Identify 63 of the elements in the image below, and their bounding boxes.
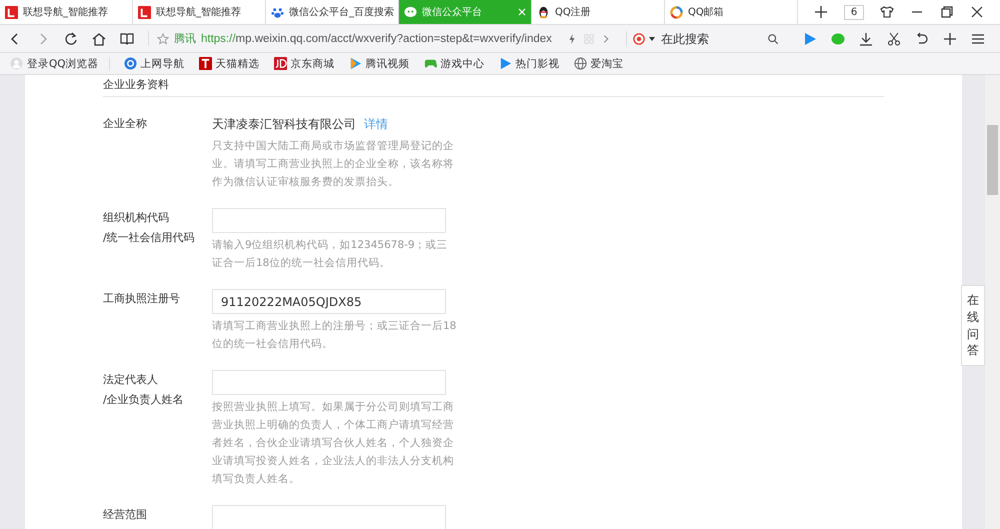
- section-title: 企业业务资料: [103, 75, 884, 97]
- field-label: 经营范围: [103, 507, 148, 523]
- hint-text: 按照营业执照上填写。如果属于分公司则填写工商营业执照上明确的负责人，个体工商户请填写经营者姓名，合伙企业请填写合伙人姓名，个人独资企业请填写投资人姓名，企业法人的非法人分支机构填写负责人姓名。: [212, 400, 455, 487]
- reload-icon[interactable]: [64, 32, 78, 46]
- plus-icon[interactable]: [943, 32, 957, 46]
- search-field[interactable]: 在此搜索: [659, 30, 763, 46]
- bookmark-link[interactable]: 登录QQ浏览器: [10, 56, 110, 70]
- input-field[interactable]: [212, 370, 446, 395]
- letter-t-icon: [198, 57, 212, 70]
- ring-icon: [670, 6, 683, 18]
- bookmark-link[interactable]: 天猫精选: [198, 56, 260, 70]
- letter-l-icon: [5, 6, 18, 18]
- field-label: 法定代表人 /企业负责人姓名: [103, 372, 185, 408]
- hint-text: 请填写工商营业执照上的注册号；或三证合一后18位的统一社会信用代码。: [212, 319, 457, 352]
- scrollbar-thumb[interactable]: [987, 125, 998, 195]
- close-icon[interactable]: [970, 5, 984, 19]
- field-label: 工商执照注册号: [103, 291, 181, 307]
- user-icon: [10, 57, 23, 70]
- play-icon[interactable]: [803, 32, 817, 46]
- globe-icon: [574, 57, 587, 70]
- star-icon[interactable]: [157, 32, 169, 44]
- input-field[interactable]: [212, 208, 446, 233]
- tab-count[interactable]: 6: [844, 4, 864, 20]
- restore-icon[interactable]: [940, 5, 954, 19]
- download-icon[interactable]: [859, 32, 873, 46]
- letter-jd-icon: [274, 57, 287, 70]
- bookmark-link[interactable]: 游戏中心: [424, 56, 485, 70]
- browser-tab[interactable]: 微信公众平台_百度搜索: [266, 0, 399, 24]
- bookmark-link[interactable]: 京东商城: [274, 56, 335, 70]
- browser-tab[interactable]: QQ注册: [532, 0, 665, 24]
- home-icon[interactable]: [92, 32, 106, 46]
- site-label: 腾讯: [174, 31, 196, 46]
- hint-text: 请输入9位组织机构代码，如12345678-9；或三证合一后18位的统一社会信用代码。: [212, 238, 449, 271]
- input-field[interactable]: 91120222MA05QJDX85: [212, 289, 446, 314]
- play-icon: [498, 57, 512, 70]
- penguin-icon: [537, 6, 550, 18]
- url-text: https://mp.weixin.qq.com/acct/wxverify?action=step&t=wxverify/index: [201, 32, 553, 44]
- field-label: 企业全称: [103, 116, 148, 132]
- gamepad-icon: [424, 57, 437, 70]
- browser-tab[interactable]: QQ邮箱: [665, 0, 798, 24]
- online-help-tab[interactable]: 在线问答: [961, 285, 985, 366]
- address-bar[interactable]: 腾讯 https://mp.weixin.qq.com/acct/wxverify?action=step&t=wxverify/index: [148, 31, 612, 46]
- bookmark-link[interactable]: 上网导航: [124, 56, 185, 70]
- paw-icon: [271, 6, 284, 18]
- play-icon: [348, 57, 362, 70]
- menu-icon[interactable]: [971, 32, 985, 46]
- browser-tab[interactable]: 联想导航_智能推荐: [133, 0, 266, 24]
- shirt-icon[interactable]: [880, 5, 894, 19]
- scissors-icon[interactable]: [887, 32, 901, 46]
- bookmark-link[interactable]: 腾讯视频: [348, 56, 410, 70]
- search-icon[interactable]: [767, 32, 779, 44]
- book-icon[interactable]: [120, 32, 134, 46]
- plus-icon[interactable]: [814, 5, 828, 19]
- letter-l-icon: [138, 6, 151, 18]
- company-name: 天津凌泰汇智科技有限公司: [212, 116, 356, 133]
- undo-icon[interactable]: [915, 32, 929, 46]
- caret-icon[interactable]: [649, 36, 655, 40]
- hint-text: 只支持中国大陆工商局或市场监督管理局登记的企业。请填写工商营业执照上的企业全称，该名称将作为微信认证审核服务费的发票抬头。: [212, 139, 455, 190]
- field-label: 组织机构代码 /统一社会信用代码: [103, 210, 196, 246]
- input-field[interactable]: [212, 505, 446, 529]
- bookmark-link[interactable]: 爱淘宝: [574, 56, 624, 70]
- browser-tab[interactable]: 联想导航_智能推荐: [0, 0, 133, 24]
- bookmark-link[interactable]: 热门影视: [498, 56, 560, 70]
